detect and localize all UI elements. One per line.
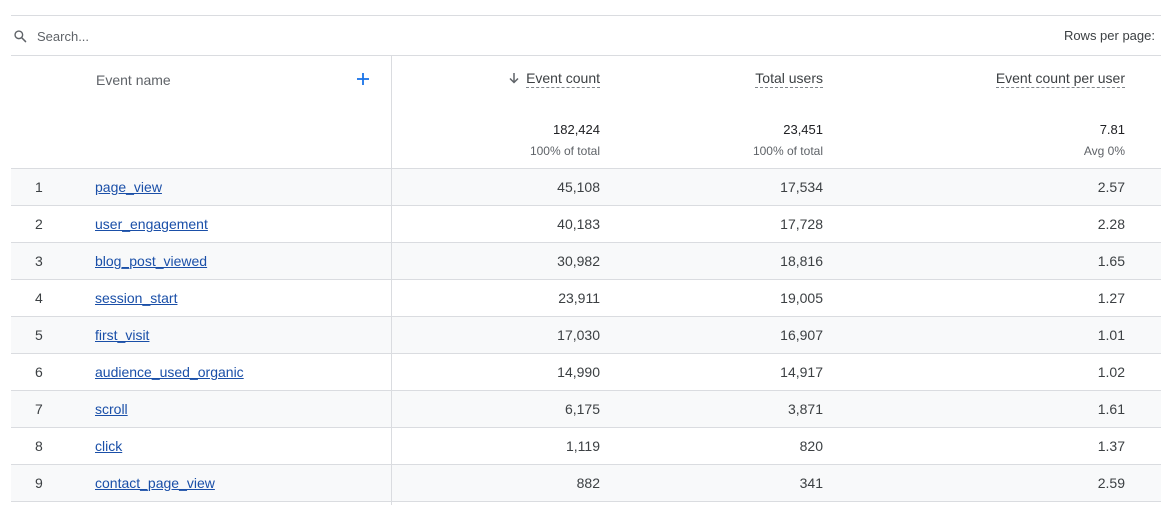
column-header-event-count-label: Event count [526,70,600,88]
event-count-per-user-cell: 1.02 [1097,364,1125,380]
total-users-cell: 16,907 [780,327,823,343]
row-index: 6 [35,364,43,380]
search-icon [14,30,27,43]
plus-icon[interactable] [353,69,373,89]
row-divider [391,206,392,243]
event-name-link[interactable]: blog_post_viewed [95,253,207,269]
row-index: 1 [35,179,43,195]
column-header-total-users-label: Total users [755,70,823,88]
row-index: 9 [35,475,43,491]
event-count-per-user-cell: 1.65 [1097,253,1125,269]
total-event-count-share: 100% of total [529,144,600,158]
table-row: 1 page_view 45,108 17,534 2.57 [11,169,1161,206]
row-divider [391,317,392,354]
event-name-link[interactable]: click [95,438,122,454]
event-count-cell: 45,108 [557,179,600,195]
total-users-cell: 17,728 [780,216,823,232]
event-count-cell: 1,119 [566,438,600,454]
table-row: 2 user_engagement 40,183 17,728 2.28 [11,206,1161,243]
total-users-cell: 18,816 [780,253,823,269]
total-event-count-value: 182,424 [553,122,600,137]
total-users-cell: 341 [799,475,823,491]
total-users-share: 100% of total [752,144,823,158]
column-header-event-count-per-user[interactable]: Event count per user [995,70,1125,88]
search-input[interactable] [37,24,437,48]
total-event-count: 182,424 100% of total [530,122,600,159]
total-users: 23,451 100% of total [753,122,823,159]
rows-per-page-label: Rows per page: [1063,28,1155,43]
total-event-count-per-user: 7.81 Avg 0% [1084,122,1125,159]
total-users-cell: 14,917 [780,364,823,380]
event-name-link[interactable]: contact_page_view [95,475,215,491]
total-event-count-per-user-avg: Avg 0% [1083,144,1125,158]
event-count-cell: 30,982 [557,253,600,269]
event-count-per-user-cell: 1.27 [1097,290,1125,306]
event-name-link[interactable]: audience_used_organic [95,364,244,380]
event-count-cell: 14,990 [557,364,600,380]
event-name-link[interactable]: scroll [95,401,128,417]
total-users-cell: 17,534 [780,179,823,195]
event-count-per-user-cell: 1.37 [1097,438,1125,454]
table-row: 7 scroll 6,175 3,871 1.61 [11,391,1161,428]
event-count-cell: 40,183 [557,216,600,232]
row-index: 3 [35,253,43,269]
table-row: 4 session_start 23,911 19,005 1.27 [11,280,1161,317]
row-index: 8 [35,438,43,454]
row-divider [391,428,392,465]
column-header-total-users[interactable]: Total users [755,70,823,88]
row-divider [391,243,392,280]
event-count-cell: 6,175 [564,401,600,417]
event-count-cell: 23,911 [558,290,600,306]
event-count-cell: 17,030 [557,327,600,343]
event-count-per-user-cell: 1.01 [1097,327,1125,343]
event-name-link[interactable]: user_engagement [95,216,208,232]
row-divider [391,465,392,502]
table-row: 3 blog_post_viewed 30,982 18,816 1.65 [11,243,1161,280]
table-row: 9 contact_page_view 882 341 2.59 [11,465,1161,502]
row-divider [391,391,392,428]
event-count-per-user-cell: 1.61 [1097,401,1125,417]
row-index: 2 [35,216,43,232]
event-count-per-user-cell: 2.57 [1097,179,1125,195]
event-count-per-user-cell: 2.28 [1097,216,1125,232]
search-bar: Rows per page: [11,16,1161,56]
total-users-value: 23,451 [783,122,823,137]
event-name-link[interactable]: session_start [95,290,177,306]
row-divider [391,280,392,317]
total-users-cell: 19,005 [780,290,823,306]
row-index: 7 [35,401,43,417]
total-users-cell: 3,871 [787,401,823,417]
column-header-event-count-per-user-label: Event count per user [995,70,1125,88]
total-event-count-per-user-value: 7.81 [1099,122,1125,137]
arrow-down-icon [509,73,519,84]
table-row: 8 click 1,119 820 1.37 [11,428,1161,465]
table-body: 1 page_view 45,108 17,534 2.57 2 user_en… [11,169,1161,502]
event-count-cell: 882 [576,475,600,491]
event-name-link[interactable]: first_visit [95,327,149,343]
row-index: 4 [35,290,43,306]
total-users-cell: 820 [799,438,823,454]
column-header-event-count[interactable]: Event count [508,70,600,88]
event-name-link[interactable]: page_view [95,179,162,195]
event-count-per-user-cell: 2.59 [1097,475,1125,491]
column-header-event-name: Event name [96,72,171,88]
row-index: 5 [35,327,43,343]
row-divider [391,354,392,391]
events-report: Rows per page: Event name Event count To… [11,0,1161,505]
row-divider [391,169,392,206]
table-row: 5 first_visit 17,030 16,907 1.01 [11,317,1161,354]
table-row: 6 audience_used_organic 14,990 14,917 1.… [11,354,1161,391]
table-header: Event name Event count Total users Event… [11,56,1161,169]
